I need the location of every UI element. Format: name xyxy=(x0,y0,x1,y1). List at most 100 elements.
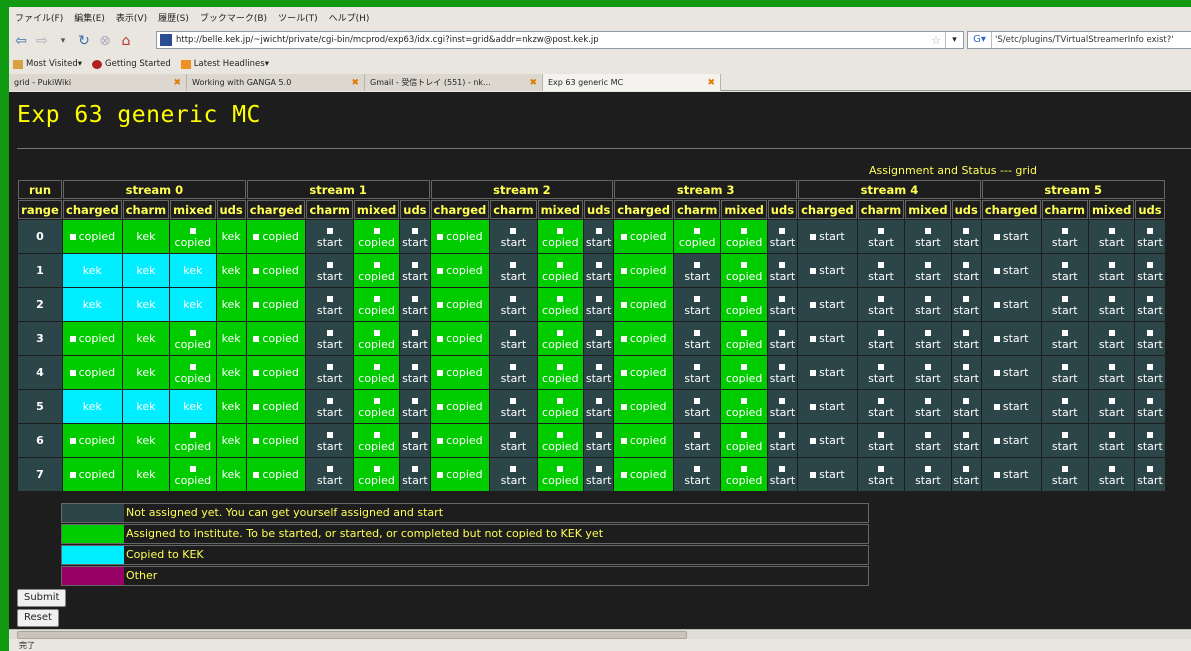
status-cell[interactable]: copied xyxy=(430,458,490,491)
checkbox[interactable] xyxy=(373,465,380,472)
status-cell[interactable]: start xyxy=(981,390,1041,423)
status-cell[interactable]: copied xyxy=(614,424,673,457)
checkbox[interactable] xyxy=(963,465,970,472)
checkbox[interactable] xyxy=(1146,431,1153,438)
checkbox[interactable] xyxy=(993,302,1000,308)
status-cell[interactable]: copied xyxy=(353,458,400,491)
status-cell[interactable]: start xyxy=(767,288,798,321)
checkbox[interactable] xyxy=(924,261,931,268)
checkbox[interactable] xyxy=(437,370,444,376)
status-cell[interactable]: start xyxy=(905,390,951,423)
bookmark-getting-started[interactable]: Getting Started xyxy=(92,59,171,69)
status-cell[interactable]: copied xyxy=(63,458,122,491)
checkbox[interactable] xyxy=(510,295,517,302)
checkbox[interactable] xyxy=(810,302,817,308)
checkbox[interactable] xyxy=(694,261,701,268)
status-cell[interactable]: copied xyxy=(246,356,306,389)
status-cell[interactable]: start xyxy=(584,254,614,287)
status-cell[interactable]: start xyxy=(1041,356,1088,389)
checkbox[interactable] xyxy=(253,302,260,308)
stop-icon[interactable]: ⊗ xyxy=(96,32,114,50)
checkbox[interactable] xyxy=(963,329,970,336)
checkbox[interactable] xyxy=(1061,261,1068,268)
checkbox[interactable] xyxy=(1108,397,1115,404)
status-cell[interactable]: start xyxy=(798,254,857,287)
home-icon[interactable]: ⌂ xyxy=(117,32,135,50)
status-cell[interactable]: copied xyxy=(537,424,584,457)
status-cell[interactable]: start xyxy=(490,288,537,321)
status-cell[interactable]: start xyxy=(1135,220,1165,253)
status-cell[interactable]: copied xyxy=(170,424,216,457)
checkbox[interactable] xyxy=(437,438,444,444)
checkbox[interactable] xyxy=(411,397,418,404)
checkbox[interactable] xyxy=(373,295,380,302)
checkbox[interactable] xyxy=(437,336,444,342)
checkbox[interactable] xyxy=(69,370,76,376)
bookmark-most-visited[interactable]: Most Visited ▾ xyxy=(13,59,82,69)
checkbox[interactable] xyxy=(877,363,884,370)
checkbox[interactable] xyxy=(1061,431,1068,438)
status-cell[interactable]: start xyxy=(306,356,353,389)
checkbox[interactable] xyxy=(326,397,333,404)
checkbox[interactable] xyxy=(1146,465,1153,472)
status-cell[interactable]: copied xyxy=(614,458,673,491)
status-cell[interactable]: start xyxy=(1135,322,1165,355)
checkbox[interactable] xyxy=(779,295,786,302)
checkbox[interactable] xyxy=(620,268,627,274)
status-cell[interactable]: copied xyxy=(721,220,767,253)
status-cell[interactable]: start xyxy=(674,390,721,423)
status-cell[interactable]: copied xyxy=(246,254,306,287)
status-cell[interactable]: start xyxy=(857,458,905,491)
checkbox[interactable] xyxy=(557,295,564,302)
back-icon[interactable]: ⇦ xyxy=(12,32,30,50)
status-cell[interactable]: start xyxy=(400,254,430,287)
checkbox[interactable] xyxy=(779,397,786,404)
checkbox[interactable] xyxy=(1061,363,1068,370)
checkbox[interactable] xyxy=(779,431,786,438)
checkbox[interactable] xyxy=(741,431,748,438)
status-cell[interactable]: start xyxy=(798,424,857,457)
checkbox[interactable] xyxy=(810,404,817,410)
menu-item[interactable]: ファイル(F) xyxy=(15,11,63,24)
checkbox[interactable] xyxy=(373,397,380,404)
checkbox[interactable] xyxy=(620,302,627,308)
checkbox[interactable] xyxy=(694,397,701,404)
status-cell[interactable]: copied xyxy=(353,322,400,355)
status-cell[interactable]: copied xyxy=(430,390,490,423)
checkbox[interactable] xyxy=(510,431,517,438)
checkbox[interactable] xyxy=(510,465,517,472)
status-cell[interactable]: copied xyxy=(246,220,306,253)
checkbox[interactable] xyxy=(779,329,786,336)
close-tab-icon[interactable]: ✖ xyxy=(707,78,715,88)
status-cell[interactable]: start xyxy=(981,322,1041,355)
checkbox[interactable] xyxy=(1108,431,1115,438)
checkbox[interactable] xyxy=(1061,329,1068,336)
status-cell[interactable]: start xyxy=(1041,322,1088,355)
checkbox[interactable] xyxy=(993,268,1000,274)
checkbox[interactable] xyxy=(557,329,564,336)
checkbox[interactable] xyxy=(557,261,564,268)
checkbox[interactable] xyxy=(810,268,817,274)
status-cell[interactable]: copied xyxy=(353,424,400,457)
checkbox[interactable] xyxy=(741,363,748,370)
checkbox[interactable] xyxy=(741,329,748,336)
status-cell[interactable]: start xyxy=(951,458,981,491)
tab-gmail[interactable]: Gmail - 受信トレイ (551) - nk... ✖ xyxy=(365,74,543,91)
checkbox[interactable] xyxy=(1061,227,1068,234)
status-cell[interactable]: start xyxy=(674,322,721,355)
status-cell[interactable]: copied xyxy=(537,356,584,389)
checkbox[interactable] xyxy=(779,465,786,472)
status-cell[interactable]: start xyxy=(306,390,353,423)
checkbox[interactable] xyxy=(253,336,260,342)
history-dropdown-icon[interactable]: ▾ xyxy=(54,32,72,50)
status-cell[interactable]: start xyxy=(1088,322,1135,355)
status-cell[interactable]: start xyxy=(306,458,353,491)
checkbox[interactable] xyxy=(189,363,196,370)
checkbox[interactable] xyxy=(557,363,564,370)
checkbox[interactable] xyxy=(810,234,817,240)
status-cell[interactable]: copied xyxy=(246,390,306,423)
status-cell[interactable]: copied xyxy=(721,458,767,491)
status-cell[interactable]: start xyxy=(1041,390,1088,423)
checkbox[interactable] xyxy=(810,472,817,478)
checkbox[interactable] xyxy=(694,431,701,438)
